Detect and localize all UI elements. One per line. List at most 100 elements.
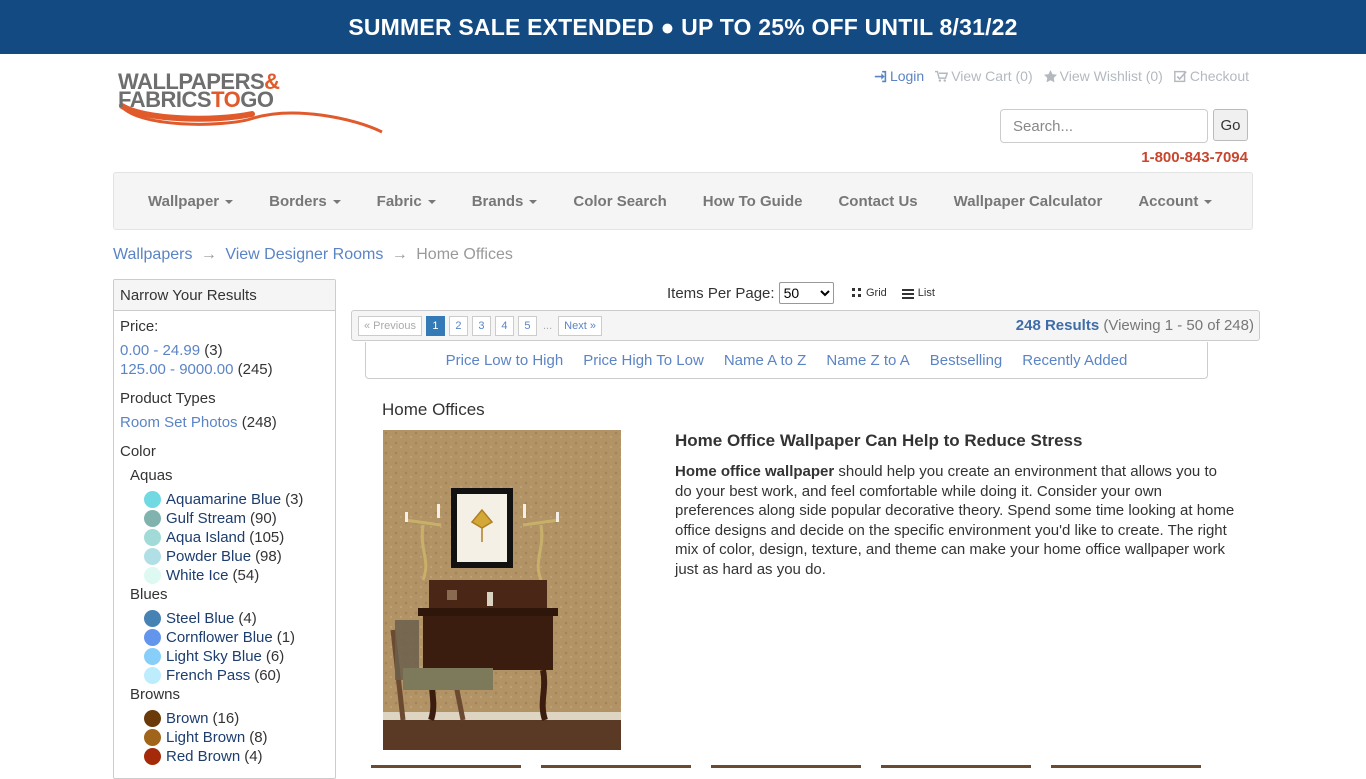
items-per-page-select[interactable]: 50 [778, 282, 834, 304]
color-filter-count: (4) [244, 748, 263, 765]
view-cart-link[interactable]: View Cart (0) [935, 68, 1033, 84]
page-button-1[interactable]: 1 [425, 316, 445, 336]
color-filter-count: (1) [276, 629, 296, 646]
color-filter-count: (90) [250, 510, 277, 527]
color-swatch [144, 667, 161, 684]
color-filter-option[interactable]: White Ice (54) [140, 566, 329, 585]
sort-name-z-a[interactable]: Name Z to A [826, 352, 909, 369]
article-heading: Home Office Wallpaper Can Help to Reduce… [675, 431, 1083, 450]
breadcrumb-current: Home Offices [416, 246, 513, 263]
nav-contact-us[interactable]: Contact Us [820, 193, 935, 210]
nav-color-search[interactable]: Color Search [555, 193, 684, 210]
list-view-button[interactable]: List [901, 287, 935, 299]
color-swatch [144, 648, 161, 665]
caret-down-icon [1204, 200, 1213, 204]
checkout-link[interactable]: Checkout [1173, 68, 1249, 84]
nav-brands[interactable]: Brands [454, 193, 556, 210]
color-filter-count: (105) [249, 529, 285, 546]
color-filter-label[interactable]: Cornflower Blue [166, 628, 273, 647]
search-input[interactable] [1000, 109, 1208, 143]
color-filter-label[interactable]: French Pass [166, 666, 250, 685]
price-filter-option[interactable]: 125.00 - 9000.00 (245) [120, 360, 329, 379]
sort-bestselling[interactable]: Bestselling [930, 352, 1003, 369]
page-button-5[interactable]: 5 [517, 316, 537, 336]
color-filter-option[interactable]: Powder Blue (98) [140, 547, 329, 566]
view-wishlist-link[interactable]: View Wishlist (0) [1043, 68, 1163, 84]
login-link[interactable]: Login [874, 68, 924, 84]
nav-wallpaper[interactable]: Wallpaper [130, 193, 251, 210]
nav-account[interactable]: Account [1120, 193, 1230, 210]
page-button-2[interactable]: 2 [448, 316, 468, 336]
sort-price-low-high[interactable]: Price Low to High [446, 352, 564, 369]
color-filter-label[interactable]: Aqua Island [166, 528, 245, 547]
caret-down-icon [427, 200, 436, 204]
color-filter-label[interactable]: Red Brown [166, 747, 240, 766]
color-swatch [144, 548, 161, 565]
site-logo[interactable]: WALLPAPERS& FABRICSTOGO [114, 66, 386, 138]
view-toggle: Grid List [852, 287, 935, 299]
color-filter-option[interactable]: French Pass (60) [140, 666, 329, 685]
color-filter-option[interactable]: Red Brown (4) [140, 747, 329, 766]
color-filter-option[interactable]: Gulf Stream (90) [140, 509, 329, 528]
color-filter-label[interactable]: Powder Blue [166, 547, 251, 566]
filter-sidebar: Narrow Your Results Price: 0.00 - 24.99 … [113, 279, 336, 779]
sort-name-a-z[interactable]: Name A to Z [724, 352, 807, 369]
color-filter-option[interactable]: Light Sky Blue (6) [140, 647, 329, 666]
grid-icon [852, 288, 861, 297]
color-filter-option[interactable]: Cornflower Blue (1) [140, 628, 329, 647]
color-filter-label[interactable]: White Ice [166, 566, 229, 585]
color-filter-count: (98) [255, 548, 282, 565]
color-filter-label: Color [120, 443, 156, 460]
pagination: « Previous 1 2 3 4 5 ... Next » [358, 316, 602, 336]
color-filter-option[interactable]: Brown (16) [140, 709, 329, 728]
color-filter-option[interactable]: Steel Blue (4) [140, 609, 329, 628]
color-filter-option[interactable]: Light Brown (8) [140, 728, 329, 747]
color-group-label: Blues [130, 586, 168, 603]
page-button-3[interactable]: 3 [471, 316, 491, 336]
color-swatch [144, 729, 161, 746]
color-filter-label[interactable]: Aquamarine Blue [166, 490, 281, 509]
nav-fabric[interactable]: Fabric [359, 193, 454, 210]
category-title: Home Offices [382, 400, 485, 419]
pagination-bar: « Previous 1 2 3 4 5 ... Next » 248 Resu… [351, 310, 1260, 341]
search-go-button[interactable]: Go [1213, 109, 1248, 141]
color-swatch [144, 491, 161, 508]
color-filter-label[interactable]: Light Sky Blue [166, 647, 262, 666]
page-button-4[interactable]: 4 [494, 316, 514, 336]
promo-banner: SUMMER SALE EXTENDED ● UP TO 25% OFF UNT… [0, 0, 1366, 54]
color-group-label: Aquas [130, 467, 173, 484]
sort-options: Price Low to High Price High To Low Name… [365, 342, 1208, 379]
nav-wallpaper-calculator[interactable]: Wallpaper Calculator [936, 193, 1121, 210]
main-nav: Wallpaper Borders Fabric Brands Color Se… [113, 172, 1253, 230]
price-filter-option[interactable]: 0.00 - 24.99 (3) [120, 341, 329, 360]
breadcrumb-view-designer-rooms[interactable]: View Designer Rooms [225, 246, 383, 263]
nav-how-to-guide[interactable]: How To Guide [685, 193, 821, 210]
color-filter-list: Aquas Aquamarine Blue (3) Gulf Stream (90) Aq… [120, 466, 329, 766]
sign-in-icon [874, 70, 887, 82]
color-filter-count: (16) [212, 710, 240, 727]
grid-view-button[interactable]: Grid [852, 287, 887, 299]
product-type-option[interactable]: Room Set Photos (248) [120, 413, 329, 432]
color-filter-count: (3) [285, 491, 304, 508]
color-swatch [144, 629, 161, 646]
pagination-ellipsis: ... [542, 320, 553, 332]
caret-down-icon [225, 200, 234, 204]
breadcrumb-separator: → [391, 246, 408, 263]
color-filter-label[interactable]: Brown [166, 709, 209, 728]
sort-recently-added[interactable]: Recently Added [1022, 352, 1127, 369]
color-filter-label[interactable]: Gulf Stream [166, 509, 246, 528]
breadcrumb-separator: → [200, 246, 217, 263]
color-filter-option[interactable]: Aquamarine Blue (3) [140, 490, 329, 509]
next-page-button[interactable]: Next » [558, 316, 602, 336]
sidebar-title: Narrow Your Results [114, 280, 335, 311]
nav-borders[interactable]: Borders [251, 193, 359, 210]
previous-page-button[interactable]: « Previous [358, 316, 422, 336]
breadcrumb-wallpapers[interactable]: Wallpapers [113, 246, 192, 263]
list-icon [901, 288, 914, 299]
sort-price-high-low[interactable]: Price High To Low [583, 352, 704, 369]
color-filter-option[interactable]: Aqua Island (105) [140, 528, 329, 547]
color-swatch [144, 529, 161, 546]
color-filter-label[interactable]: Steel Blue [166, 609, 234, 628]
color-filter-label[interactable]: Light Brown [166, 728, 245, 747]
caret-down-icon [529, 200, 538, 204]
